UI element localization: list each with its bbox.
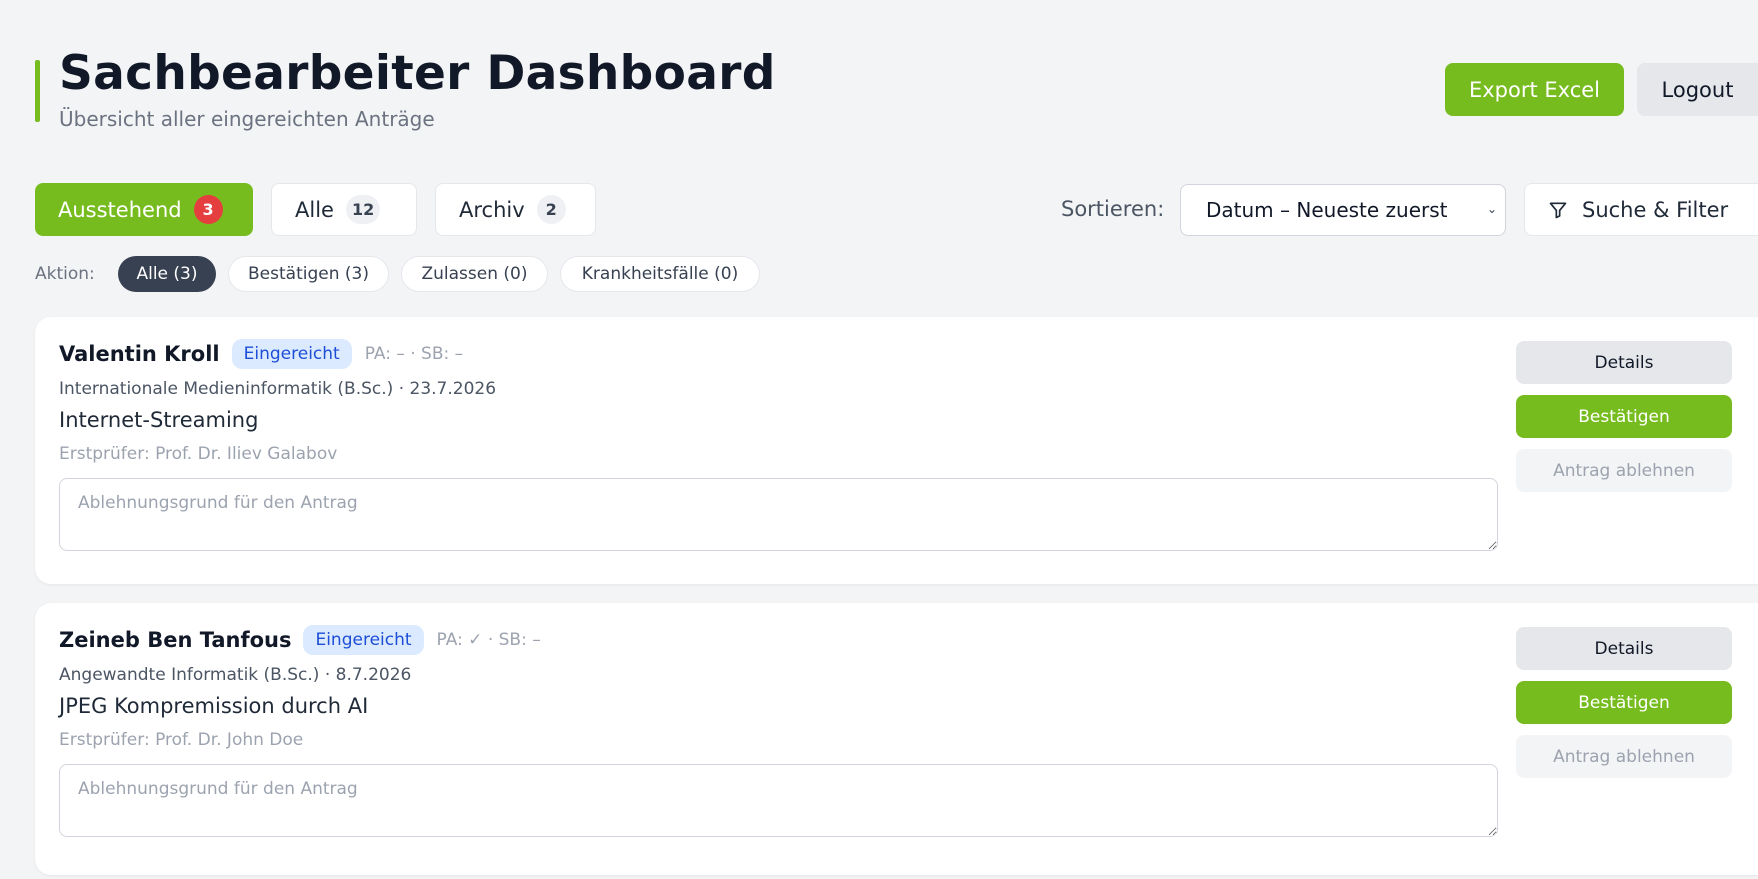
applicant-name: Valentin Kroll: [59, 342, 220, 366]
first-examiner: Erstprüfer: Prof. Dr. John Doe: [59, 730, 304, 750]
details-button[interactable]: Details: [1516, 627, 1732, 670]
search-filter-button[interactable]: Suche & Filter: [1524, 183, 1758, 236]
application-card: Zeineb Ben Tanfous Eingereicht PA: ✓ · S…: [35, 603, 1758, 875]
confirm-button[interactable]: Bestätigen: [1516, 395, 1732, 438]
page-title: Sachbearbeiter Dashboard: [59, 46, 776, 101]
program-date: Internationale Medieninformatik (B.Sc.) …: [59, 379, 497, 399]
tab-count-badge: 12: [345, 195, 381, 224]
tab-archive[interactable]: Archiv 2: [435, 183, 596, 236]
tab-pending[interactable]: Ausstehend 3: [35, 183, 253, 236]
tab-all[interactable]: Alle 12: [271, 183, 417, 236]
sort-label: Sortieren:: [1061, 197, 1165, 221]
pa-sb-status: PA: – · SB: –: [364, 344, 464, 364]
reject-application-button[interactable]: Antrag ablehnen: [1516, 449, 1732, 492]
status-badge: Eingereicht: [303, 625, 424, 655]
tab-count-badge: 3: [193, 195, 223, 224]
tab-count-badge: 2: [536, 195, 566, 224]
search-filter-label: Suche & Filter: [1582, 197, 1729, 222]
reject-application-button[interactable]: Antrag ablehnen: [1516, 735, 1732, 778]
program-date: Angewandte Informatik (B.Sc.) · 8.7.2026: [59, 665, 412, 685]
filter-icon: [1549, 202, 1567, 218]
sort-selected-value: Datum – Neueste zuerst: [1206, 198, 1448, 222]
action-pill-admit[interactable]: Zulassen (0): [401, 256, 548, 292]
confirm-button[interactable]: Bestätigen: [1516, 681, 1732, 724]
page-subtitle: Übersicht aller eingereichten Anträge: [59, 107, 435, 131]
action-filter-label: Aktion:: [35, 264, 95, 284]
applicant-header: Zeineb Ben Tanfous Eingereicht PA: ✓ · S…: [59, 625, 541, 655]
action-pill-confirm[interactable]: Bestätigen (3): [228, 256, 389, 292]
action-pill-sick-cases[interactable]: Krankheitsfälle (0): [560, 256, 760, 292]
first-examiner: Erstprüfer: Prof. Dr. Iliev Galabov: [59, 444, 338, 464]
rejection-reason-input[interactable]: [59, 478, 1498, 551]
sort-select[interactable]: Datum – Neueste zuerst ⌄: [1180, 184, 1506, 236]
tab-label: Ausstehend: [58, 197, 182, 222]
logout-button[interactable]: Logout: [1637, 63, 1758, 116]
tab-label: Archiv: [459, 197, 525, 222]
rejection-reason-input[interactable]: [59, 764, 1498, 837]
status-badge: Eingereicht: [231, 339, 352, 369]
tab-label: Alle: [295, 197, 334, 222]
thesis-topic: JPEG Kompremission durch AI: [59, 694, 369, 718]
applicant-header: Valentin Kroll Eingereicht PA: – · SB: –: [59, 339, 463, 369]
chevron-down-icon: ⌄: [1486, 202, 1497, 216]
thesis-topic: Internet-Streaming: [59, 408, 259, 432]
pa-sb-status: PA: ✓ · SB: –: [436, 630, 541, 650]
details-button[interactable]: Details: [1516, 341, 1732, 384]
action-pill-all[interactable]: Alle (3): [118, 256, 216, 292]
export-excel-button[interactable]: Export Excel: [1445, 63, 1624, 116]
application-card: Valentin Kroll Eingereicht PA: – · SB: –…: [35, 317, 1758, 584]
title-accent-bar: [35, 60, 40, 122]
applicant-name: Zeineb Ben Tanfous: [59, 628, 292, 652]
